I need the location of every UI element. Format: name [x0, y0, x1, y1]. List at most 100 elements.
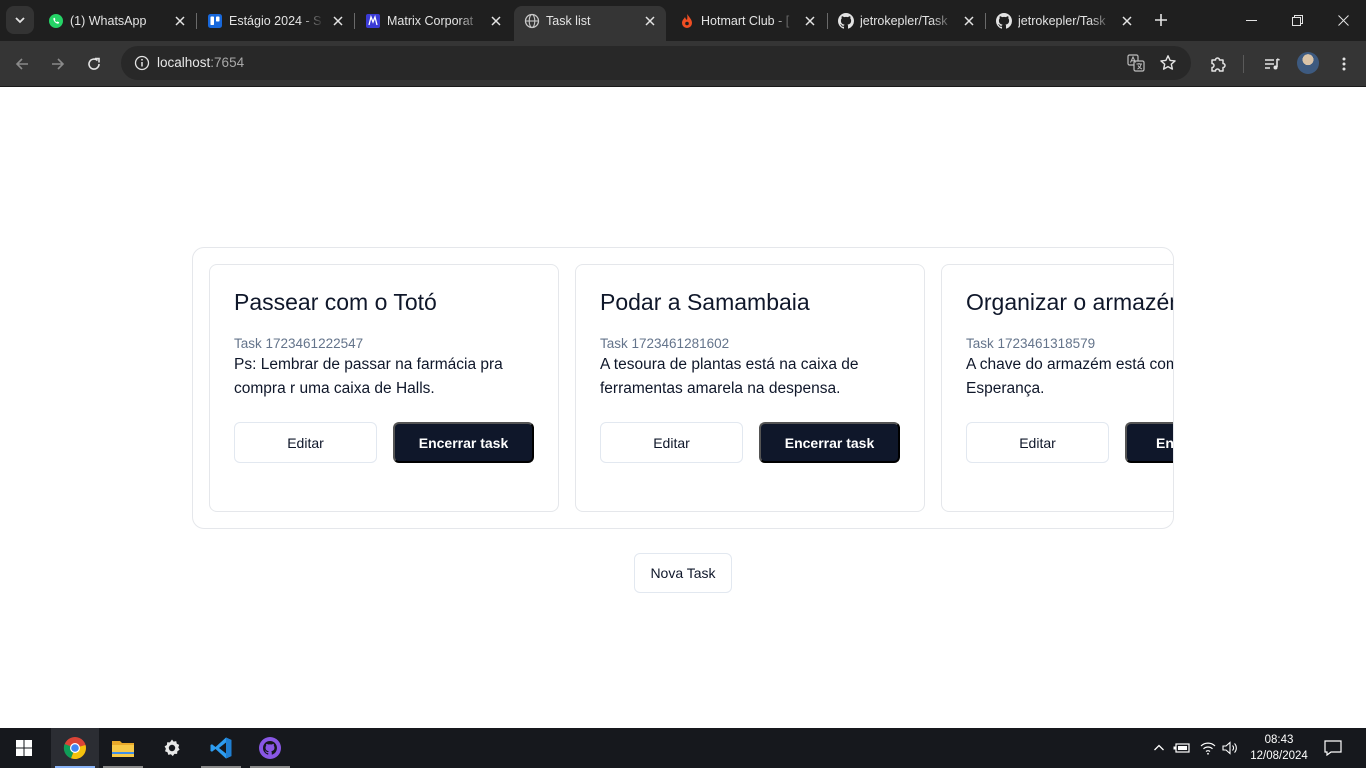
- close-window-button[interactable]: [1320, 0, 1366, 41]
- site-info-button[interactable]: [129, 50, 155, 76]
- taskbar-file-explorer[interactable]: [99, 728, 147, 768]
- whatsapp-icon: [49, 14, 63, 28]
- restore-button[interactable]: [1274, 0, 1320, 41]
- url-host: localhost: [157, 55, 211, 70]
- globe-icon: [524, 13, 540, 29]
- profile-avatar[interactable]: [1297, 52, 1319, 74]
- task-description: Ps: Lembrar de passar na farmácia pra co…: [234, 356, 503, 397]
- bookmark-button[interactable]: [1156, 51, 1180, 75]
- github-desktop-icon: [259, 737, 281, 759]
- edit-task-button[interactable]: Editar: [234, 422, 377, 463]
- tab-estagio[interactable]: Estágio 2024 - S: [197, 6, 354, 41]
- media-queue-icon: [1265, 58, 1280, 70]
- tab-search-button[interactable]: [6, 6, 34, 34]
- battery-indicator[interactable]: [1172, 738, 1192, 758]
- task-description: A tesoura de plantas está na caixa de fe…: [600, 356, 859, 397]
- minimize-button[interactable]: [1228, 0, 1274, 41]
- task-title: Passear com o Totó: [234, 289, 437, 315]
- show-hidden-icons-button[interactable]: [1149, 738, 1169, 758]
- task-carousel: Passear com o Totó Task 1723461222547 Ps…: [192, 247, 1174, 529]
- new-task-button[interactable]: Nova Task: [634, 553, 732, 593]
- matrix-icon: [366, 14, 380, 28]
- speaker-icon: [1222, 741, 1237, 755]
- toolbar-divider: [1243, 55, 1244, 73]
- task-id: Task 1723461281602: [600, 336, 730, 351]
- task-card: Organizar o armazém Task 1723461318579 A…: [941, 264, 1173, 512]
- forward-button[interactable]: [44, 50, 72, 78]
- tab-title: Task list: [546, 14, 591, 28]
- puzzle-icon: [1211, 57, 1226, 72]
- close-task-button[interactable]: Encerrar task: [393, 422, 534, 463]
- browser-tab-strip: (1) WhatsApp Estágio 2024 - S Matrix Cor…: [0, 0, 1366, 41]
- start-button[interactable]: [0, 728, 48, 768]
- tab-github-1[interactable]: jetrokepler/Task: [828, 6, 985, 41]
- edit-task-button[interactable]: Editar: [966, 422, 1109, 463]
- task-title: Podar a Samambaia: [600, 289, 810, 315]
- info-icon: [134, 55, 150, 71]
- reload-icon: [88, 57, 100, 70]
- media-control-button[interactable]: [1258, 50, 1286, 78]
- close-tab-icon[interactable]: [961, 13, 977, 29]
- arrow-right-icon: [52, 58, 65, 70]
- extensions-button[interactable]: [1204, 50, 1232, 78]
- translate-icon: [1127, 54, 1145, 72]
- tab-title: Estágio 2024 - S: [229, 14, 322, 28]
- close-icon: [1337, 15, 1349, 26]
- github-icon: [996, 13, 1012, 29]
- close-task-button[interactable]: Encerrar task: [759, 422, 900, 463]
- close-tab-icon[interactable]: [1119, 13, 1135, 29]
- close-tab-icon[interactable]: [172, 13, 188, 29]
- restore-icon: [1291, 15, 1303, 26]
- tab-title: Matrix Corporat: [387, 14, 474, 28]
- tab-title: (1) WhatsApp: [70, 14, 147, 28]
- browser-toolbar: localhost:7654: [0, 41, 1366, 87]
- page-content: Passear com o Totó Task 1723461222547 Ps…: [0, 87, 1366, 728]
- chrome-icon: [63, 737, 86, 760]
- edit-task-button[interactable]: Editar: [600, 422, 743, 463]
- taskbar-settings[interactable]: [148, 728, 196, 768]
- taskbar-github-desktop[interactable]: [246, 728, 294, 768]
- close-tab-icon[interactable]: [488, 13, 504, 29]
- file-explorer-icon: [112, 741, 134, 757]
- task-id: Task 1723461222547: [234, 336, 364, 351]
- url-text[interactable]: localhost:7654: [157, 55, 244, 71]
- github-icon: [838, 13, 854, 29]
- chevron-up-icon: [1154, 744, 1164, 751]
- close-task-button[interactable]: Encerrar task: [1125, 422, 1173, 463]
- new-tab-button[interactable]: [1150, 9, 1172, 31]
- back-button[interactable]: [8, 50, 36, 78]
- chevron-down-icon: [15, 17, 25, 24]
- hotmart-icon: [682, 14, 692, 28]
- volume-indicator[interactable]: [1220, 738, 1240, 758]
- clock-time: 08:43: [1264, 734, 1294, 746]
- tab-github-2[interactable]: jetrokepler/Task: [986, 6, 1143, 41]
- tab-matrix[interactable]: Matrix Corporat: [355, 6, 512, 41]
- vscode-icon: [210, 737, 232, 759]
- network-indicator[interactable]: [1198, 738, 1218, 758]
- close-tab-icon[interactable]: [642, 13, 658, 29]
- notification-center-button[interactable]: [1323, 738, 1343, 758]
- system-clock[interactable]: 08:43 12/08/2024: [1240, 732, 1318, 764]
- tab-title: Hotmart Club - [: [701, 14, 790, 28]
- taskbar-vscode[interactable]: [197, 728, 245, 768]
- windows-start-icon: [16, 740, 32, 756]
- translate-button[interactable]: [1124, 51, 1148, 75]
- windows-taskbar: 08:43 12/08/2024: [0, 728, 1366, 768]
- reload-button[interactable]: [80, 50, 108, 78]
- address-bar[interactable]: localhost:7654: [121, 46, 1191, 80]
- close-tab-icon[interactable]: [330, 13, 346, 29]
- task-card: Podar a Samambaia Task 1723461281602 A t…: [575, 264, 925, 512]
- task-id: Task 1723461318579: [966, 336, 1096, 351]
- plus-icon: [1155, 14, 1167, 26]
- tab-title: jetrokepler/Task: [860, 14, 948, 28]
- close-tab-icon[interactable]: [802, 13, 818, 29]
- browser-menu-button[interactable]: [1330, 50, 1358, 78]
- more-vertical-icon: [1342, 57, 1346, 71]
- tab-task-list[interactable]: Task list: [514, 6, 666, 41]
- tab-hotmart[interactable]: Hotmart Club - [: [669, 6, 826, 41]
- url-port: :7654: [210, 55, 245, 70]
- taskbar-chrome[interactable]: [51, 728, 99, 768]
- task-description: A chave do armazém está com Vila Esperan…: [966, 356, 1173, 397]
- tab-whatsapp[interactable]: (1) WhatsApp: [38, 6, 196, 41]
- minimize-icon: [1245, 20, 1257, 21]
